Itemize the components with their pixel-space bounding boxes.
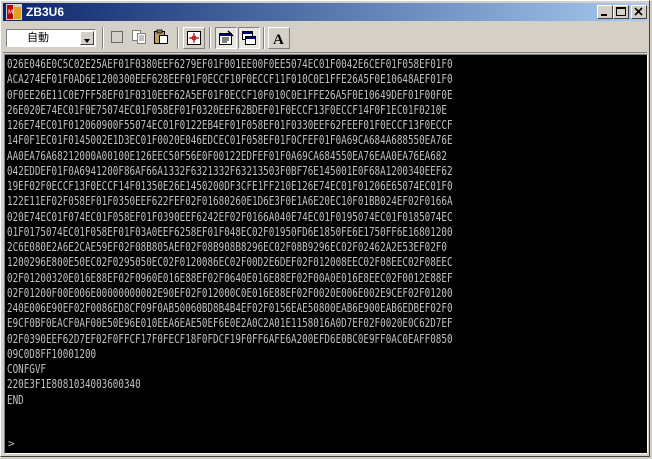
terminal-line: 1200296E800E50EC02F0295050EC02F0120086EC… <box>7 254 453 270</box>
terminal-line: CONFGVF <box>7 361 46 376</box>
properties-button[interactable] <box>215 27 237 49</box>
minimize-button[interactable] <box>597 5 613 19</box>
chevron-down-icon <box>84 39 90 43</box>
terminal-line: END <box>7 391 24 407</box>
terminal-line: 122E11EF02F058EF01F0350EEF622FEF02F01680… <box>7 193 453 209</box>
app-window: M ZB3U6 自動 A 026E046E0C5C02E25AEF01F0380… <box>0 0 650 457</box>
copy-button[interactable] <box>129 27 151 49</box>
font-a-icon: A <box>273 32 284 46</box>
terminal-line: 14F0F1EC01F0145002E1D3EC01F0020E046EDCEC… <box>7 132 453 148</box>
dotted-rect-icon <box>111 31 123 43</box>
terminal-line: 042EDDEF01F0A6941200F86AF66A1332F6321332… <box>7 162 453 178</box>
terminal-line: 19EF02F0ECCF13F0ECCF14F01350E26E1450200D… <box>7 178 453 193</box>
properties-icon <box>219 30 234 45</box>
terminal-line: 02F01200320E016E88EF02F0960E016E88EF02F0… <box>7 269 453 285</box>
terminal-line: 240E006E90EF02F0086ED8CF09F0AB50060BD8B4… <box>7 300 453 315</box>
toolbar-separator <box>209 27 211 49</box>
terminal-line: AA0EA76A68212000A00100E126EEC50F56E0F001… <box>7 147 447 163</box>
close-button[interactable] <box>631 5 647 19</box>
svg-text:A: A <box>273 32 284 46</box>
terminal-line: 220E3F1E8081034003600340 <box>7 376 141 392</box>
terminal-line: 020E74EC01F074EC01F058EF01F0390EEF6242EF… <box>7 208 453 224</box>
toolbar-separator <box>102 27 104 49</box>
terminal-text: 026E046E0C5C02E25AEF01F0380EEF6279EF01F0… <box>7 56 481 407</box>
window-title: ZB3U6 <box>26 5 65 19</box>
terminal-line: E9CF0BF0EACF0AF00E50E96E010EEA6EAE50EF6E… <box>7 315 453 331</box>
mode-select-arrow[interactable] <box>80 31 94 45</box>
app-icon: M <box>6 4 22 20</box>
command-prompt[interactable]: > <box>8 437 15 450</box>
close-icon <box>634 7 643 16</box>
terminal-line: 2C6E080E2A6E2CAE59EF02F08B805AEF02F08B90… <box>7 239 447 254</box>
terminal-output[interactable]: 026E046E0C5C02E25AEF01F0380EEF6279EF01F0… <box>4 54 648 454</box>
mode-select[interactable]: 自動 <box>6 29 96 47</box>
copy-icon <box>132 30 146 44</box>
toolbar-separator <box>263 27 265 49</box>
toolbar-separator <box>177 27 179 49</box>
terminal-line: 0F0EE26E11C0E7FF58EF01F0310EEF62A5EF01F0… <box>7 86 453 102</box>
terminal-line: 026E046E0C5C02E25AEF01F0380EEF6279EF01F0… <box>7 56 453 71</box>
target-button[interactable] <box>183 27 205 49</box>
terminal-line: 02F0390EEF62D7EF02F0FFCF17F0FECF18F0FDCF… <box>7 330 453 346</box>
paste-button[interactable] <box>151 27 173 49</box>
title-bar[interactable]: M ZB3U6 <box>3 3 647 21</box>
toolbar: 自動 A <box>3 23 647 53</box>
crosshair-icon <box>187 31 201 45</box>
window-icon <box>242 31 256 45</box>
svg-text:M: M <box>8 9 13 16</box>
mode-select-value: 自動 <box>27 31 49 44</box>
select-button[interactable] <box>107 27 129 49</box>
minimize-icon <box>601 14 607 16</box>
paste-icon <box>154 29 168 44</box>
terminal-line: 09C0D8FF10001200 <box>7 345 97 361</box>
font-button[interactable]: A <box>268 27 290 49</box>
window-button[interactable] <box>238 27 260 49</box>
terminal-line: 126E74EC01F012060900F55074EC01F0122EB4EF… <box>7 117 453 132</box>
terminal-line: 01F0175074EC01F058EF01F03A0EEF6258EF01F0… <box>7 223 453 239</box>
terminal-line: 02F01200F00E006E00000000002E90EF02F01200… <box>7 284 453 300</box>
maximize-icon <box>616 7 626 16</box>
maximize-button[interactable] <box>613 5 629 19</box>
terminal-line: ACA274EF01F0AD6E1200300EEF628EEF01F0ECCF… <box>7 71 453 87</box>
terminal-line: 26E020E74EC01F0E75074EC01F058EF01F0320EE… <box>7 101 447 117</box>
